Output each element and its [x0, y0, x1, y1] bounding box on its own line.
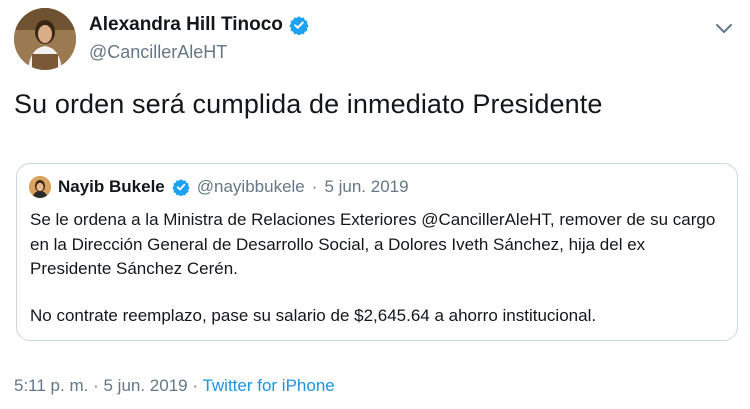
- quoted-author-handle: @nayibbukele: [196, 177, 305, 196]
- quoted-author-avatar: [29, 176, 51, 198]
- verified-badge-icon: [172, 179, 190, 196]
- quoted-paragraph-2: No contrate reemplazo, pase su salario d…: [30, 305, 597, 325]
- tweet-date[interactable]: 5 jun. 2019: [103, 376, 187, 395]
- quoted-paragraph-1: Se le ordena a la Ministra de Relaciones…: [30, 210, 716, 278]
- author-avatar-image: [14, 8, 76, 70]
- quoted-tweet-card[interactable]: Nayib Bukele @nayibbukele · 5 jun. 2019 …: [16, 163, 738, 341]
- tweet-time[interactable]: 5:11 p. m.: [14, 376, 88, 395]
- meta-separator: ·: [192, 376, 199, 395]
- verified-badge-icon: [289, 16, 309, 35]
- author-name[interactable]: Alexandra Hill Tinoco: [89, 14, 283, 36]
- quoted-author-name: Nayib Bukele: [58, 177, 165, 196]
- quoted-date: 5 jun. 2019: [324, 177, 409, 196]
- author-handle[interactable]: @CancillerAleHT: [89, 42, 227, 63]
- tweet-meta: 5:11 p. m. · 5 jun. 2019 · Twitter for i…: [14, 376, 335, 396]
- author-avatar[interactable]: [14, 8, 76, 70]
- tweet-text: Su orden será cumplida de inmediato Pres…: [14, 89, 603, 119]
- chevron-down-icon[interactable]: [712, 16, 736, 40]
- quoted-separator: ·: [311, 177, 318, 196]
- author-name-row: Alexandra Hill Tinoco: [89, 14, 309, 36]
- quoted-tweet-body: Se le ordena a la Ministra de Relaciones…: [30, 208, 730, 328]
- quoted-author-avatar-image: [29, 176, 51, 198]
- meta-separator: ·: [93, 376, 99, 395]
- tweet-source-link[interactable]: Twitter for iPhone: [202, 376, 334, 395]
- quoted-tweet-header: Nayib Bukele @nayibbukele · 5 jun. 2019: [29, 176, 409, 198]
